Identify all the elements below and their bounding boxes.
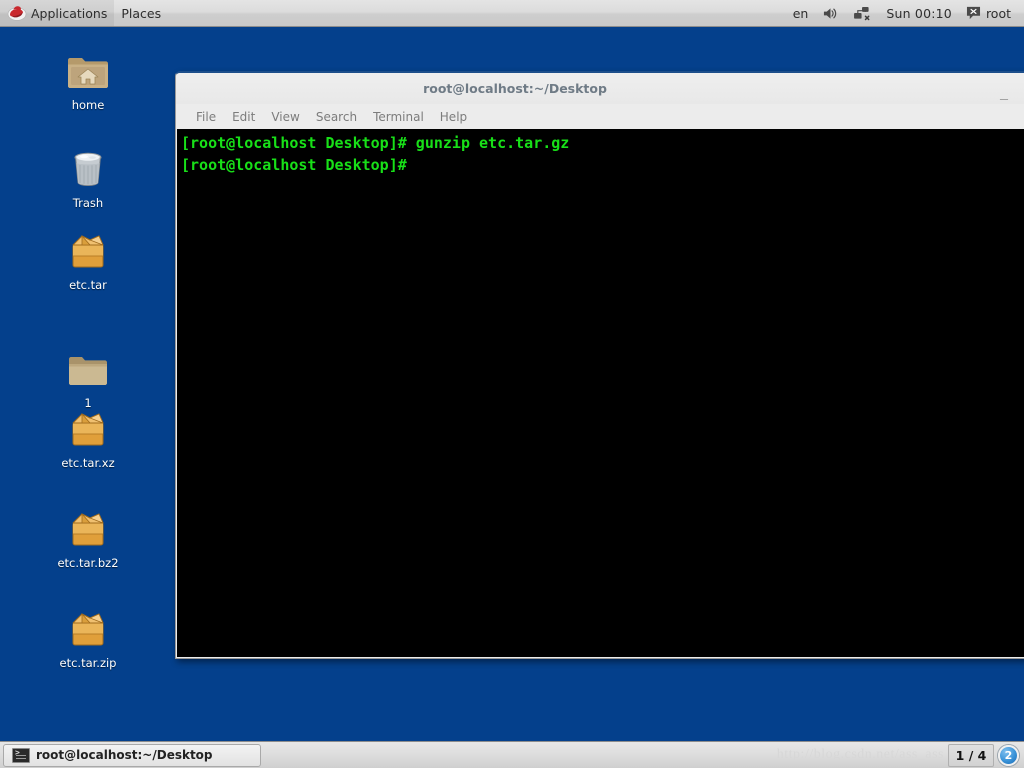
desktop-icon-trash[interactable]: Trash: [40, 145, 136, 210]
terminal-titlebar[interactable]: root@localhost:~/Desktop _: [176, 73, 1024, 104]
archive-icon: [64, 227, 112, 275]
terminal-title: root@localhost:~/Desktop: [423, 81, 607, 96]
keyboard-layout-label: en: [792, 5, 809, 21]
clock-label: Sun 00:10: [886, 5, 952, 21]
taskbar-item-terminal[interactable]: root@localhost:~/Desktop: [3, 743, 261, 767]
terminal-menu-help[interactable]: Help: [432, 108, 475, 126]
archive-icon: [64, 505, 112, 553]
clock[interactable]: Sun 00:10: [879, 0, 959, 26]
terminal-menu-file[interactable]: File: [188, 108, 224, 126]
menu-applications-label: Applications: [31, 5, 108, 21]
user-name-label: root: [985, 5, 1011, 21]
top-panel-tray: en Sun 00:10 root: [786, 0, 1024, 26]
terminal-menubar: File Edit View Search Terminal Help: [176, 104, 1024, 129]
watermark-text: http://blog.csdn.net/ass_ass: [776, 747, 944, 762]
desktop-icon-etc-tar-zip-label: etc.tar.zip: [59, 656, 117, 670]
keyboard-layout-indicator[interactable]: en: [786, 0, 816, 26]
terminal-line: [root@localhost Desktop]# gunzip etc.tar…: [181, 134, 570, 152]
folder-icon: [64, 345, 112, 393]
desktop-icon-etc-tar-xz[interactable]: etc.tar.xz: [40, 405, 136, 470]
user-status-icon: [966, 6, 981, 20]
notification-badge[interactable]: 2: [998, 744, 1019, 766]
archive-icon: [64, 405, 112, 453]
terminal-menu-terminal[interactable]: Terminal: [365, 108, 432, 126]
menu-places-label: Places: [121, 5, 162, 21]
redhat-shadowman-icon: [7, 3, 27, 23]
trash-can-icon: [64, 145, 112, 193]
terminal-window-icon: [12, 747, 30, 763]
network-disconnected-icon[interactable]: [846, 0, 879, 26]
home-folder-icon: [64, 47, 112, 95]
terminal-window[interactable]: root@localhost:~/Desktop _ File Edit Vie…: [175, 71, 1024, 659]
taskbar-item-label: root@localhost:~/Desktop: [36, 748, 213, 762]
terminal-menu-edit[interactable]: Edit: [224, 108, 263, 126]
top-panel: Applications Places en Sun 00:10 root: [0, 0, 1024, 27]
terminal-menu-view[interactable]: View: [263, 108, 307, 126]
workspace-switcher[interactable]: 1 / 4: [948, 743, 994, 767]
terminal-line: [root@localhost Desktop]#: [181, 156, 407, 174]
desktop-icon-etc-tar-label: etc.tar: [69, 278, 107, 292]
menu-places[interactable]: Places: [114, 0, 168, 26]
desktop-icon-folder-1-label: 1: [84, 396, 92, 410]
bottom-panel: root@localhost:~/Desktop http://blog.csd…: [0, 741, 1024, 768]
terminal-menu-search[interactable]: Search: [308, 108, 365, 126]
desktop-icon-etc-tar[interactable]: etc.tar: [40, 227, 136, 292]
desktop-icon-etc-tar-zip[interactable]: etc.tar.zip: [40, 605, 136, 670]
top-panel-left: Applications Places: [0, 0, 168, 26]
speaker-volume-icon[interactable]: [815, 0, 846, 26]
desktop-icon-home-label: home: [71, 98, 105, 112]
minimize-button[interactable]: _: [996, 81, 1012, 99]
desktop-icon-folder-1[interactable]: 1: [40, 345, 136, 410]
terminal-screen[interactable]: [root@localhost Desktop]# gunzip etc.tar…: [177, 129, 1024, 657]
desktop-icon-home[interactable]: home: [40, 47, 136, 112]
user-menu[interactable]: root: [959, 0, 1018, 26]
archive-icon: [64, 605, 112, 653]
menu-applications[interactable]: Applications: [0, 0, 115, 26]
desktop-icon-etc-tar-bz2[interactable]: etc.tar.bz2: [40, 505, 136, 570]
desktop-icon-etc-tar-xz-label: etc.tar.xz: [61, 456, 115, 470]
desktop-icon-etc-tar-bz2-label: etc.tar.bz2: [57, 556, 119, 570]
desktop-icon-trash-label: Trash: [72, 196, 104, 210]
